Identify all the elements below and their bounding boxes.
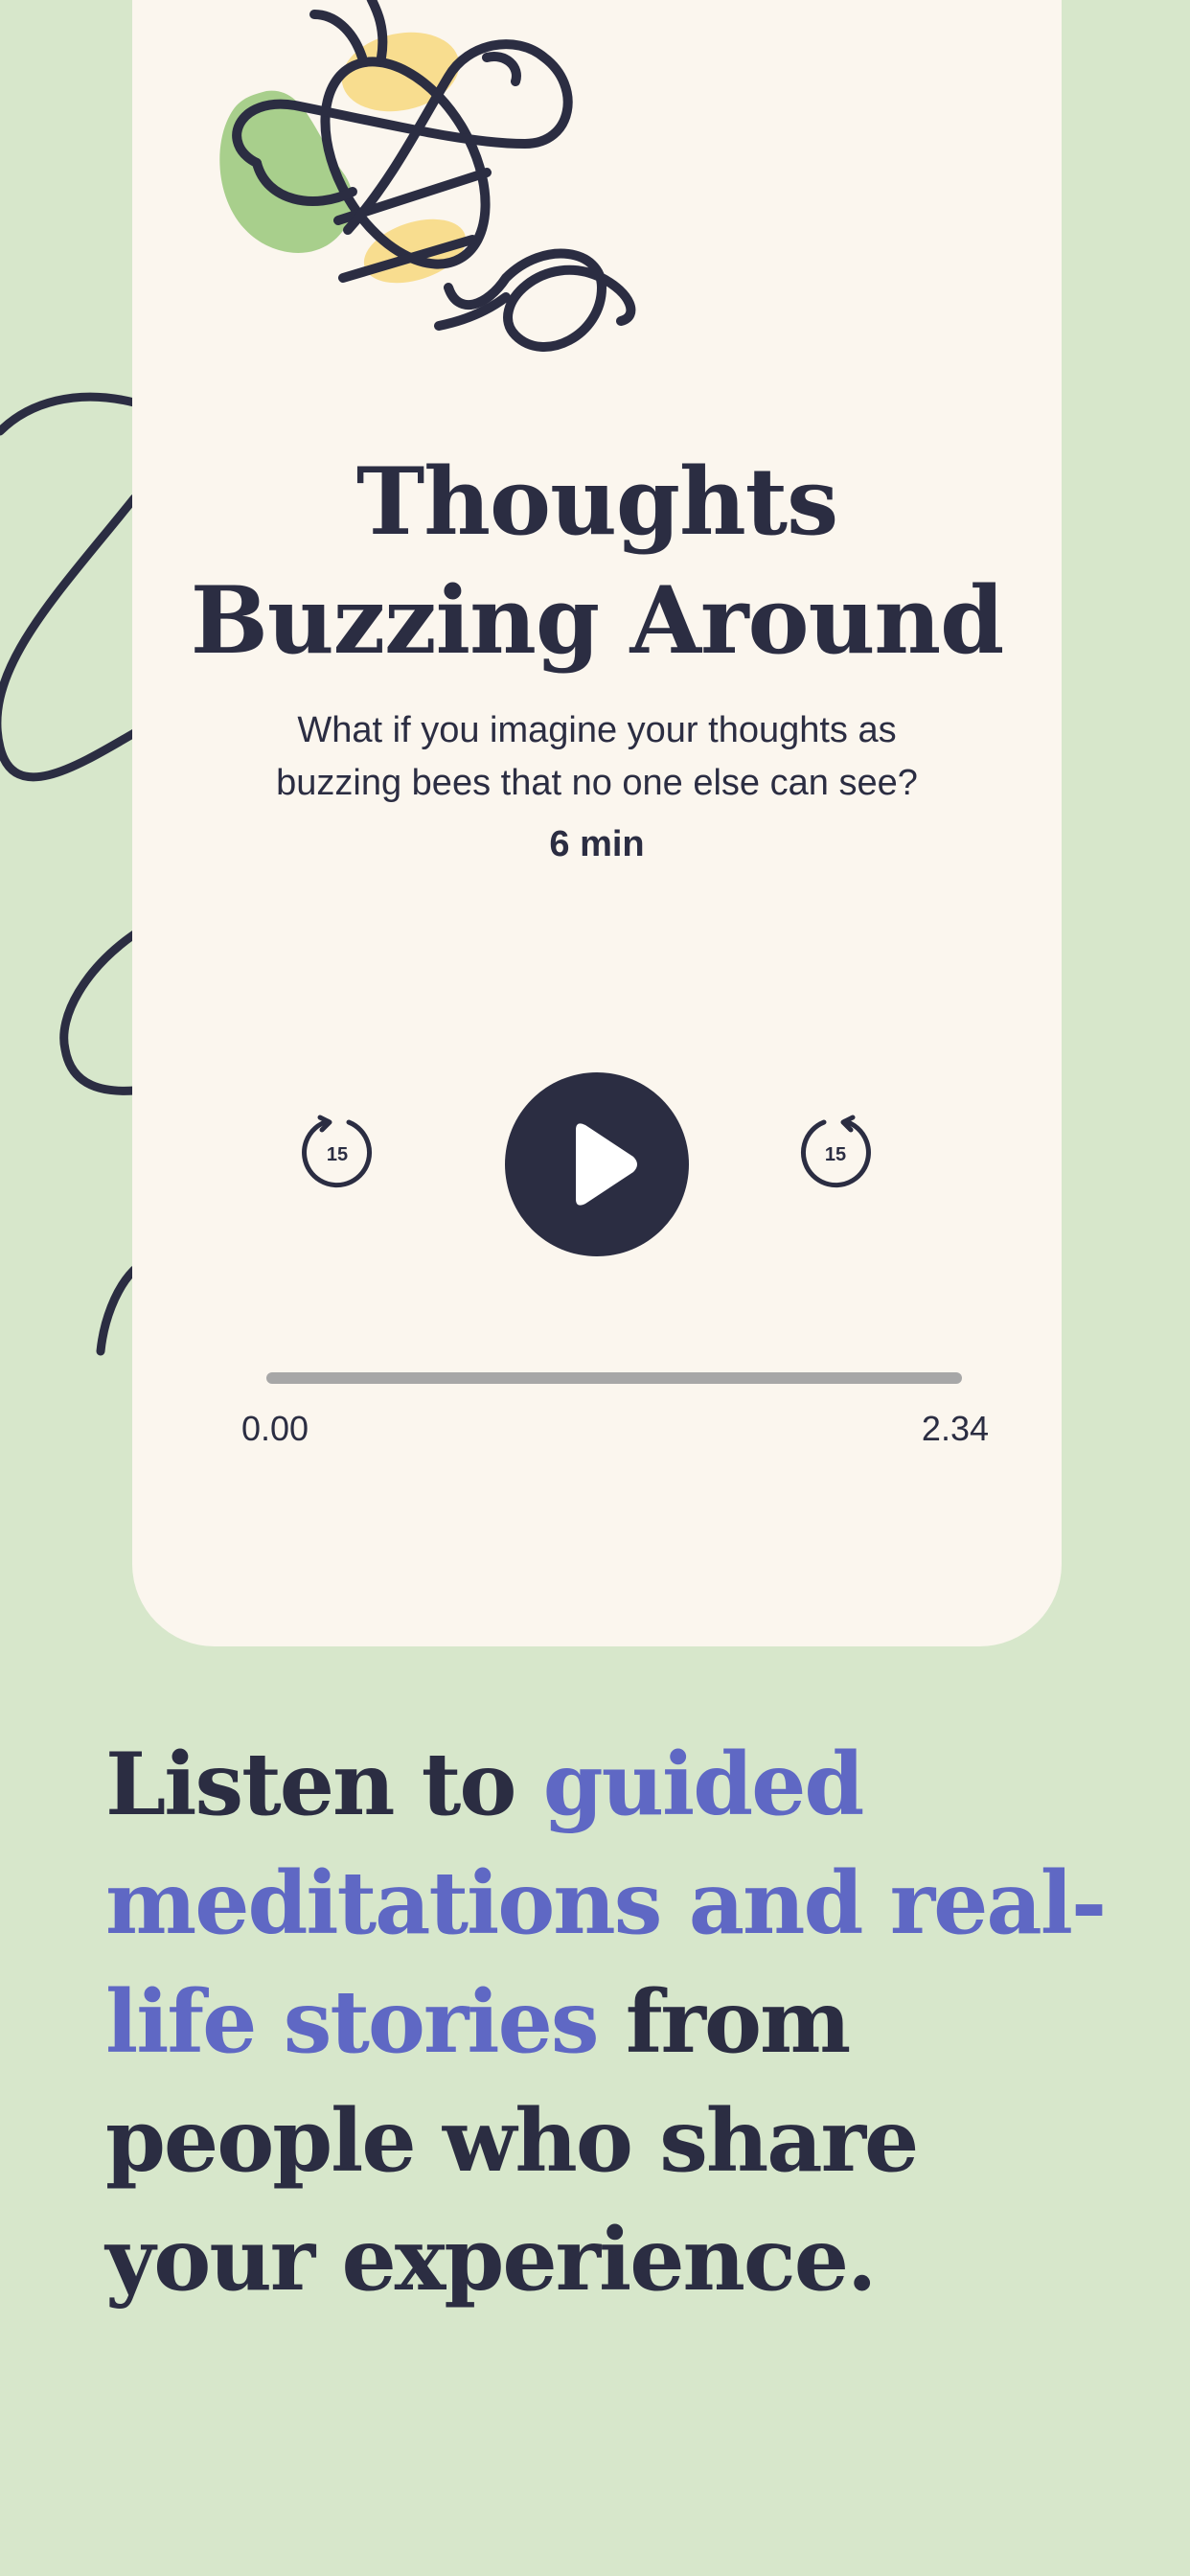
title-line-2: Buzzing Around bbox=[190, 566, 1005, 675]
player-card: Thoughts Buzzing Around What if you imag… bbox=[132, 0, 1062, 1646]
forward-15-icon: 15 bbox=[801, 1115, 871, 1188]
rewind-seconds: 15 bbox=[327, 1144, 348, 1165]
rewind-15-button[interactable]: 15 bbox=[299, 1114, 376, 1190]
progress-slider[interactable] bbox=[266, 1372, 962, 1384]
play-button[interactable] bbox=[505, 1072, 689, 1256]
promo-text-1: Listen to bbox=[105, 1734, 543, 1835]
play-icon bbox=[576, 1123, 637, 1206]
elapsed-time: 0.00 bbox=[241, 1409, 309, 1448]
rewind-15-icon: 15 bbox=[302, 1115, 372, 1188]
total-time: 2.34 bbox=[921, 1409, 989, 1448]
meditation-description: What if you imagine your thoughts as buz… bbox=[276, 710, 918, 803]
promo-headline: Listen to guided meditations and real-li… bbox=[105, 1725, 1140, 2319]
forward-15-button[interactable]: 15 bbox=[797, 1114, 874, 1190]
duration-label: 6 min bbox=[549, 824, 645, 864]
forward-seconds: 15 bbox=[825, 1144, 846, 1165]
meditation-title: Thoughts Buzzing Around bbox=[132, 443, 1062, 680]
title-line-1: Thoughts bbox=[355, 448, 838, 556]
bee-illustration bbox=[219, 0, 636, 352]
